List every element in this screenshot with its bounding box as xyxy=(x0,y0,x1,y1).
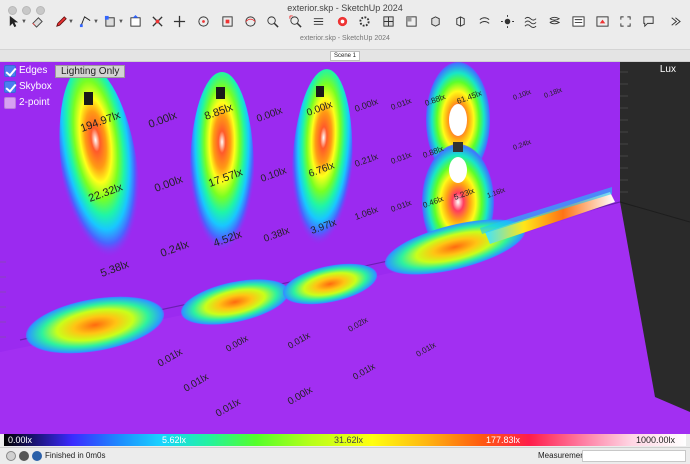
light-fixture xyxy=(216,87,225,99)
lighting-scene: 194.97lx 22.32lx 5.38lx 0.00lx 0.00lx 0.… xyxy=(0,62,690,434)
scale-label: 31.62lx xyxy=(334,435,364,445)
push-pull-icon[interactable] xyxy=(103,14,117,28)
light-fixture xyxy=(316,86,324,97)
zoom-icon[interactable] xyxy=(265,14,279,28)
rotate-icon[interactable] xyxy=(196,14,210,28)
scale-label: 5.62lx xyxy=(162,435,187,445)
section-icon[interactable] xyxy=(311,14,325,28)
settings-icon[interactable] xyxy=(357,14,371,28)
info-icon[interactable] xyxy=(6,451,16,461)
select-icon[interactable] xyxy=(6,14,20,28)
skybox-checkbox[interactable] xyxy=(4,81,16,93)
pencil-icon[interactable] xyxy=(54,14,68,28)
wave-icon[interactable] xyxy=(523,14,537,28)
scale-label: 0.00lx xyxy=(8,435,33,445)
grid-icon[interactable] xyxy=(404,14,418,28)
eraser-icon[interactable] xyxy=(30,14,44,28)
unit-label: Lux xyxy=(659,64,676,75)
scale-label: 177.83lx xyxy=(486,435,521,445)
help-icon[interactable] xyxy=(32,451,42,461)
skybox-label: Skybox xyxy=(19,81,52,92)
window-title: exterior.skp - SketchUp 2024 xyxy=(287,3,403,13)
edges-checkbox[interactable] xyxy=(4,65,16,77)
orbit-icon[interactable] xyxy=(243,14,257,28)
message-icon[interactable] xyxy=(641,14,655,28)
model-viewport[interactable]: 194.97lx 22.32lx 5.38lx 0.00lx 0.00lx 0.… xyxy=(0,62,690,434)
sketchup-window: exterior.skp - SketchUp 2024 ▼ ▼ ▼ ▼ ext… xyxy=(0,0,690,464)
pan-icon[interactable] xyxy=(172,14,186,28)
scene-tabs-bar: Scene 1 xyxy=(0,50,690,62)
layers-icon[interactable] xyxy=(547,14,561,28)
grid-icon[interactable] xyxy=(381,14,395,28)
title-toolbar: exterior.skp - SketchUp 2024 ▼ ▼ ▼ ▼ ext… xyxy=(0,0,690,50)
list-icon[interactable] xyxy=(571,14,585,28)
chevron-down-icon[interactable]: ▼ xyxy=(68,19,74,25)
render-icon[interactable] xyxy=(595,14,609,28)
scale-label: 1000.00lx xyxy=(636,435,676,445)
edges-label: Edges xyxy=(19,65,48,76)
two-point-checkbox[interactable] xyxy=(4,97,16,109)
lighting-only-button[interactable]: Lighting Only xyxy=(55,65,126,78)
offset-icon[interactable] xyxy=(128,14,142,28)
box-icon[interactable] xyxy=(453,14,467,28)
expand-icon[interactable] xyxy=(618,14,632,28)
chevron-down-icon[interactable]: ▼ xyxy=(93,19,99,25)
sandbox-icon[interactable] xyxy=(477,14,491,28)
status-message: Finished in 0m0s xyxy=(45,451,106,460)
chevron-down-icon[interactable]: ▼ xyxy=(21,19,27,25)
tab-scene-1[interactable]: Scene 1 xyxy=(330,51,360,61)
chevron-right-icon[interactable] xyxy=(667,14,681,28)
sun-icon[interactable] xyxy=(500,14,514,28)
light-fixture xyxy=(84,92,93,105)
chevron-down-icon[interactable]: ▼ xyxy=(118,19,124,25)
move-icon[interactable] xyxy=(150,14,164,28)
user-icon[interactable] xyxy=(19,451,29,461)
box-icon[interactable] xyxy=(428,14,442,28)
two-point-label: 2-point xyxy=(19,97,50,108)
status-bar: Finished in 0m0s Measurements xyxy=(0,447,690,464)
measurements-input[interactable] xyxy=(582,450,686,462)
window-subtitle: exterior.skp - SketchUp 2024 xyxy=(300,35,390,42)
rectangle-icon[interactable] xyxy=(78,14,92,28)
texture-icon[interactable] xyxy=(335,14,349,28)
lux-color-scale: 0.00lx 5.62lx 31.62lx 177.83lx 1000.00lx xyxy=(4,434,686,446)
zoom-extents-icon[interactable] xyxy=(288,14,302,28)
scale-icon[interactable] xyxy=(220,14,234,28)
